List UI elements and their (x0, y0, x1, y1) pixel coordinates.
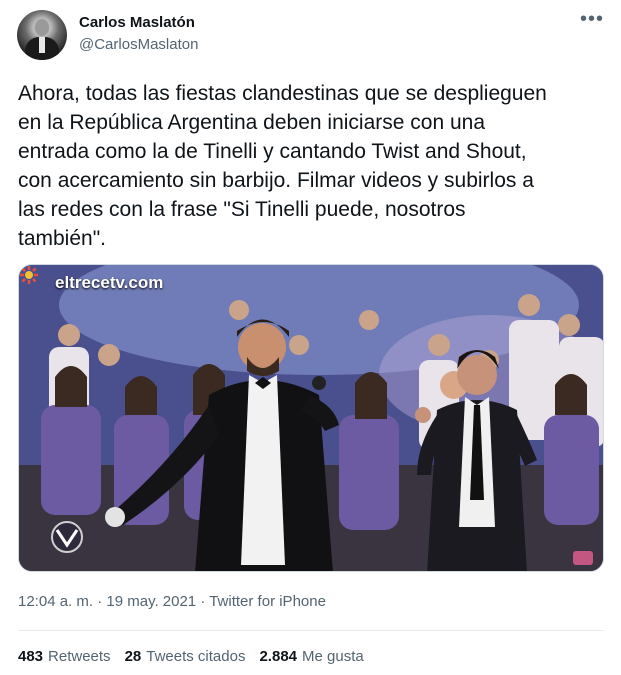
tweet-media-video[interactable]: eltrecetv.com (18, 264, 604, 572)
likes-count: 2.884 (259, 648, 298, 665)
likes-stat[interactable]: 2.884 Me gusta (259, 648, 363, 665)
tweet-card: Carlos Maslatón @CarlosMaslaton ••• Ahor… (0, 0, 621, 675)
likes-label: Me gusta (302, 648, 364, 665)
video-frame (19, 265, 603, 571)
avatar[interactable] (17, 10, 67, 60)
avatar-shirt (39, 37, 45, 53)
quotes-label: Tweets citados (146, 648, 246, 665)
quotes-count: 28 (124, 648, 142, 665)
tweet-timestamp[interactable]: 12:04 a. m. · 19 may. 2021 · Twitter for… (18, 593, 326, 610)
retweets-count: 483 (18, 648, 44, 665)
media-watermark: eltrecetv.com (55, 273, 164, 292)
divider (18, 630, 604, 631)
more-options-icon[interactable]: ••• (580, 8, 604, 31)
author-handle[interactable]: @CarlosMaslaton (79, 36, 198, 53)
author-name[interactable]: Carlos Maslatón (79, 14, 195, 31)
quotes-stat[interactable]: 28 Tweets citados (125, 648, 246, 665)
retweets-stat[interactable]: 483 Retweets (18, 648, 111, 665)
tweet-stats: 483 Retweets 28 Tweets citados 2.884 Me … (18, 648, 364, 665)
tweet-text: Ahora, todas las fiestas clandestinas qu… (18, 82, 547, 250)
avatar-head (35, 19, 49, 36)
retweets-label: Retweets (48, 648, 111, 665)
eltrece-logo-icon (20, 266, 38, 284)
